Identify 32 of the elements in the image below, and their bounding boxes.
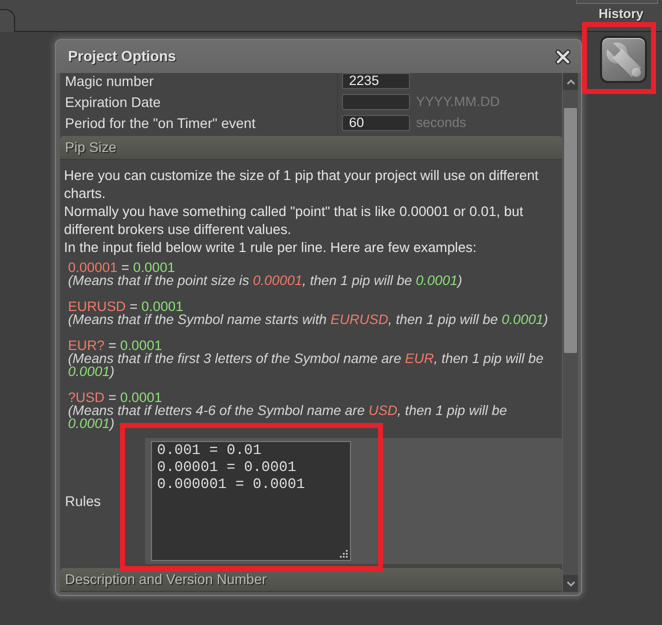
rule-example: EUR? = 0.0001 <box>68 339 163 352</box>
scrollbar-thumb[interactable] <box>564 108 577 353</box>
text-field[interactable]: 60 <box>342 114 410 130</box>
wrench-icon <box>604 40 642 78</box>
description-text: Normally you have something called "point" that is like 0.00001 or 0.01, but different brokers use different values. <box>64 202 524 238</box>
rule-example: EURUSD = 0.0001 <box>68 300 184 313</box>
tools-button[interactable] <box>600 36 647 83</box>
description-text: In the input field below write 1 rule per line. Here are few examples: <box>64 238 478 256</box>
field-label: Rules <box>65 493 101 509</box>
panel-title: History <box>598 6 644 21</box>
field-label: Magic number <box>64 73 155 88</box>
dialog-title: Project Options <box>68 48 176 64</box>
rule-explanation: (Means that if letters 4-6 of the Symbol name are USD, then 1 pip will be 0.0001) <box>68 404 508 430</box>
close-icon[interactable] <box>555 48 571 64</box>
field-label: Expiration Date <box>64 94 162 110</box>
text-field[interactable]: 2235 <box>342 73 410 88</box>
rule-explanation: (Means that if the point size is 0.00001, then 1 pip will be 0.0001) <box>68 274 464 287</box>
chevron-down-icon <box>566 580 576 588</box>
rules-field[interactable]: 0.001 = 0.01 0.00001 = 0.0001 0.000001 = 0.0001 <box>151 441 351 561</box>
rule-example: 0.00001 = 0.0001 <box>68 261 176 274</box>
text-field[interactable] <box>342 94 410 110</box>
rule-explanation: (Means that if the first 3 letters of the Symbol name are EUR, then 1 pip will be 0.0001) <box>68 352 544 378</box>
description-text: Here you can customize the size of 1 pip that your project will use on different charts. <box>64 166 540 202</box>
section-header[interactable]: Pip Size <box>60 136 562 160</box>
rule-explanation: (Means that if the Symbol name starts with EURUSD, then 1 pip will be 0.0001) <box>68 313 550 326</box>
scroll-down-button[interactable] <box>563 575 578 592</box>
rule-example: ?USD = 0.0001 <box>68 391 163 404</box>
chevron-up-icon <box>566 78 576 86</box>
field-label: Period for the "on Timer" event <box>64 114 256 130</box>
scroll-up-button[interactable] <box>563 73 578 90</box>
section-header[interactable]: Description and Version Number <box>60 568 562 592</box>
resize-grip-icon[interactable] <box>340 550 348 558</box>
